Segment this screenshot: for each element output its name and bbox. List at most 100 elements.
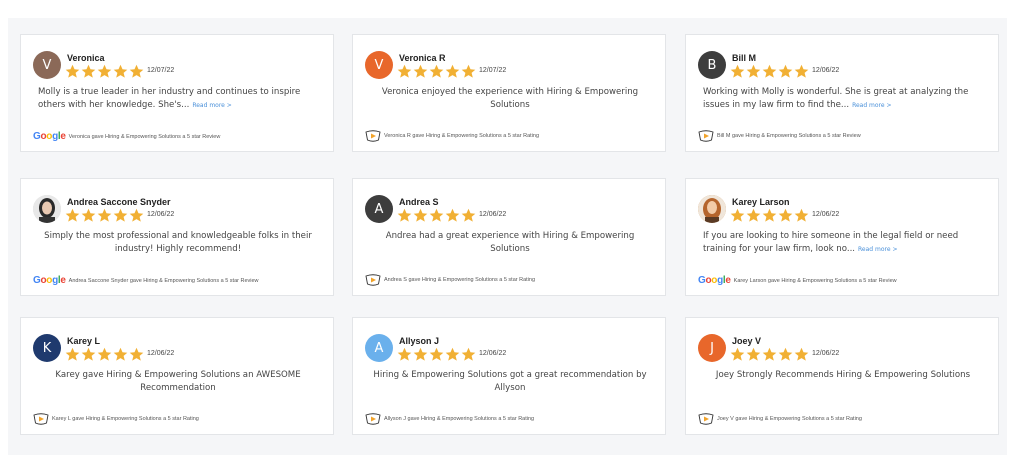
star-icon [746,347,761,361]
star-icon [113,64,128,78]
avatar [33,195,61,223]
star-icon [730,64,745,78]
star-icon [413,347,428,361]
review-body: Veronica enjoyed the experience with Hir… [381,87,639,110]
star-icon [65,64,80,78]
review-text: Working with Molly is wonderful. She is … [703,86,985,112]
star-rating [397,64,476,79]
reviewer-name: Andrea Saccone Snyder [67,197,171,207]
avatar-initial: B [707,57,717,73]
review-body: Andrea had a great experience with Hirin… [385,231,635,254]
review-date: 12/06/22 [479,211,507,218]
review-body: Simply the most professional and knowled… [44,231,312,254]
star-icon [65,347,80,361]
reviewer-name: Karey L [67,336,101,346]
reviewer-name: Bill M [732,53,756,63]
review-card: J Joey V 12/06/22 Joey Strongly Recommen… [685,317,999,435]
review-card: A Allyson J 12/06/22 Hiring & Empowering… [352,317,666,435]
review-source: Andrea S gave Hiring & Empowering Soluti… [365,274,535,286]
star-icon [762,208,777,222]
star-icon [778,208,793,222]
star-rating [397,347,476,362]
star-rating [730,347,809,362]
star-icon [445,64,460,78]
review-text: Andrea had a great experience with Hirin… [365,230,655,256]
star-icon [762,347,777,361]
review-card: V Veronica 12/07/22 Molly is a true lead… [20,34,334,152]
star-rating [730,64,809,79]
reviewer-name: Joey V [732,336,762,346]
review-attribution: Joey V gave Hiring & Empowering Solution… [717,416,862,422]
star-icon [461,64,476,78]
review-body: Joey Strongly Recommends Hiring & Empowe… [715,370,971,380]
review-text: Hiring & Empowering Solutions got a grea… [365,369,655,395]
star-icon [461,208,476,222]
star-icon [397,208,412,222]
star-icon [129,347,144,361]
star-icon [81,64,96,78]
star-icon [445,347,460,361]
avatar-initial: A [374,340,384,356]
review-date: 12/06/22 [812,211,840,218]
star-icon [746,208,761,222]
star-icon [794,208,809,222]
star-icon [397,347,412,361]
review-text: Karey gave Hiring & Empowering Solutions… [33,369,323,395]
review-text: Molly is a true leader in her industry a… [38,86,320,112]
review-card: V Veronica R 12/07/22 Veronica enjoyed t… [352,34,666,152]
review-date: 12/06/22 [812,67,840,74]
star-icon [81,347,96,361]
review-date: 12/07/22 [147,67,175,74]
review-card: K Karey L 12/06/22 Karey gave Hiring & E… [20,317,334,435]
star-icon [794,64,809,78]
review-card: Karey Larson 12/06/22 If you are looking… [685,178,999,296]
review-date: 12/06/22 [147,350,175,357]
review-attribution: Karey L gave Hiring & Empowering Solutio… [52,416,199,422]
review-source: Google Veronica gave Hiring & Empowering … [33,131,220,142]
read-more-link[interactable]: Read more > [858,246,897,253]
star-icon [81,208,96,222]
review-source: Veronica R gave Hiring & Empowering Solu… [365,130,539,142]
read-more-link[interactable]: Read more > [192,102,231,109]
review-site-logo-icon [698,413,714,425]
review-site-logo-icon [365,274,381,286]
review-site-logo-icon [698,130,714,142]
star-rating [65,208,144,223]
google-logo-icon: Google [698,275,731,286]
review-body: If you are looking to hire someone in th… [703,231,959,254]
avatar-initial: K [42,340,52,356]
review-card: A Andrea S 12/06/22 Andrea had a great e… [352,178,666,296]
review-source: Google Karey Larson gave Hiring & Empower… [698,275,897,286]
star-icon [762,64,777,78]
review-site-logo-icon [365,130,381,142]
review-source: Joey V gave Hiring & Empowering Solution… [698,413,862,425]
avatar-photo [33,195,61,223]
avatar: J [698,334,726,362]
google-logo-icon: Google [33,131,66,142]
star-icon [778,347,793,361]
review-source: Karey L gave Hiring & Empowering Solutio… [33,413,199,425]
star-icon [413,64,428,78]
star-icon [429,208,444,222]
review-attribution: Karey Larson gave Hiring & Empowering So… [733,277,897,284]
avatar-initial: V [42,57,52,73]
avatar-initial: J [710,340,714,356]
star-icon [413,208,428,222]
review-attribution: Andrea S gave Hiring & Empowering Soluti… [384,277,536,283]
review-body: Hiring & Empowering Solutions got a grea… [373,370,647,393]
review-source: Google Andrea Saccone Snyder gave Hiring … [33,275,259,286]
review-body: Molly is a true leader in her industry a… [38,87,301,110]
star-icon [129,208,144,222]
star-rating [730,208,809,223]
star-icon [794,347,809,361]
avatar-photo [698,195,726,223]
star-icon [429,347,444,361]
reviewer-name: Karey Larson [732,197,790,207]
star-icon [461,347,476,361]
star-icon [97,347,112,361]
review-text: Veronica enjoyed the experience with Hir… [365,86,655,112]
review-source: Bill M gave Hiring & Empowering Solution… [698,130,861,142]
star-icon [65,208,80,222]
read-more-link[interactable]: Read more > [852,102,891,109]
star-icon [113,208,128,222]
